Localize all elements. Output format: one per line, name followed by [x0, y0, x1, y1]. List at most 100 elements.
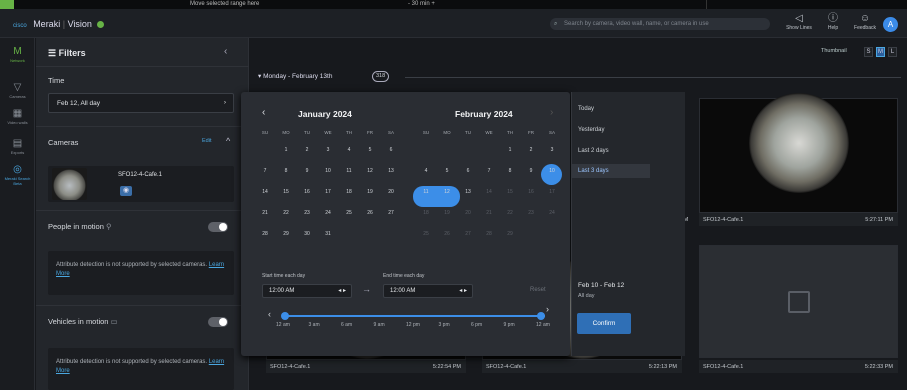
confirm-button[interactable]: Confirm — [577, 313, 631, 334]
calendar-day[interactable]: 12 — [437, 185, 457, 199]
slider-prev-icon[interactable]: ‹ — [268, 309, 271, 319]
calendar-day[interactable]: 6 — [458, 164, 478, 178]
collapse-icon[interactable]: ‹ — [224, 46, 227, 57]
calendar-day[interactable]: 1 — [276, 143, 296, 157]
calendar-day[interactable]: 11 — [416, 185, 436, 199]
calendar-day[interactable]: 15 — [500, 185, 520, 199]
calendar-day[interactable]: 9 — [521, 164, 541, 178]
calendar-day[interactable]: 10 — [542, 164, 562, 178]
calendar-day[interactable]: 13 — [381, 164, 401, 178]
calendar-day[interactable]: 12 — [360, 164, 380, 178]
calendar-day[interactable]: 17 — [318, 185, 338, 199]
calendar-day[interactable]: 31 — [318, 227, 338, 241]
day-header[interactable]: ▾ Monday - February 13th — [258, 72, 332, 80]
calendar-day[interactable]: 23 — [297, 206, 317, 220]
calendar-day[interactable]: 22 — [276, 206, 296, 220]
people-in-motion-toggle[interactable] — [208, 222, 228, 232]
calendar-day[interactable]: 24 — [318, 206, 338, 220]
calendar-day[interactable]: 19 — [360, 185, 380, 199]
stepper-icon[interactable]: ◂ ▸ — [338, 285, 346, 298]
help-button[interactable]: ⓘ Help — [818, 12, 848, 36]
calendar-day[interactable]: 23 — [521, 206, 541, 220]
calendar-day[interactable]: 24 — [542, 206, 562, 220]
calendar-day[interactable]: 15 — [276, 185, 296, 199]
edit-cameras-link[interactable]: Edit — [202, 138, 211, 144]
calendar-day[interactable]: 14 — [255, 185, 275, 199]
calendar-day[interactable]: 27 — [458, 227, 478, 241]
calendar-day[interactable]: 6 — [381, 143, 401, 157]
calendar-day[interactable]: 9 — [297, 164, 317, 178]
calendar-day[interactable]: 21 — [255, 206, 275, 220]
search-input[interactable]: ⌕ Search by camera, video wall, name, or… — [550, 18, 770, 30]
range-minutes-control[interactable]: - 30 min + — [408, 0, 435, 9]
video-thumbnail-placeholder[interactable] — [699, 245, 898, 358]
calendar-day[interactable]: 1 — [500, 143, 520, 157]
quick-today[interactable]: Today — [578, 106, 594, 112]
calendar-day[interactable]: 26 — [360, 206, 380, 220]
calendar-day[interactable]: 29 — [500, 227, 520, 241]
rail-item-meraki-search[interactable]: ◎ Meraki Search Beta — [0, 164, 35, 186]
video-thumbnail[interactable] — [699, 93, 898, 213]
calendar-day[interactable]: 18 — [416, 206, 436, 220]
calendar-day[interactable]: 17 — [542, 185, 562, 199]
calendar-day[interactable]: 11 — [339, 164, 359, 178]
slider-start-handle[interactable] — [281, 312, 289, 320]
calendar-day[interactable]: 27 — [381, 206, 401, 220]
calendar-day[interactable]: 7 — [479, 164, 499, 178]
rail-item-cameras[interactable]: ▽ Cameras — [0, 82, 35, 99]
calendar-day[interactable]: 4 — [416, 164, 436, 178]
rail-item-exports[interactable]: ▤ Exports — [0, 138, 35, 155]
calendar-day[interactable]: 30 — [297, 227, 317, 241]
rail-item-network[interactable]: M Network — [0, 46, 35, 63]
calendar-day[interactable]: 3 — [542, 143, 562, 157]
calendar-day[interactable]: 4 — [339, 143, 359, 157]
slider-end-handle[interactable] — [537, 312, 545, 320]
calendar-day[interactable]: 22 — [500, 206, 520, 220]
calendar-day[interactable]: 16 — [297, 185, 317, 199]
calendar-day[interactable]: 28 — [255, 227, 275, 241]
calendar-day[interactable]: 14 — [479, 185, 499, 199]
prev-month-icon[interactable]: ‹ — [262, 107, 265, 118]
size-large-button[interactable]: L — [888, 47, 897, 57]
calendar-day[interactable]: 8 — [276, 164, 296, 178]
calendar-day[interactable]: 20 — [458, 206, 478, 220]
calendar-day[interactable]: 18 — [339, 185, 359, 199]
feedback-button[interactable]: ☺ Feedback — [850, 12, 880, 36]
start-time-input[interactable]: 12:00 AM ◂ ▸ — [262, 284, 352, 298]
calendar-day[interactable]: 3 — [318, 143, 338, 157]
calendar-day[interactable]: 7 — [255, 164, 275, 178]
stepper-icon[interactable]: ◂ ▸ — [459, 285, 467, 298]
brand[interactable]: cisco Meraki | Vision — [13, 19, 105, 31]
size-small-button[interactable]: S — [864, 47, 873, 57]
time-range-slider[interactable] — [285, 315, 545, 317]
calendar-day[interactable]: 13 — [458, 185, 478, 199]
size-medium-button[interactable]: M — [876, 47, 885, 57]
calendar-day[interactable]: 21 — [479, 206, 499, 220]
avatar[interactable]: A — [883, 17, 898, 32]
calendar-day[interactable]: 19 — [437, 206, 457, 220]
calendar-day[interactable]: 5 — [437, 164, 457, 178]
time-select[interactable]: Feb 12, All day › — [48, 93, 234, 113]
reset-button[interactable]: Reset — [530, 287, 546, 293]
calendar-day[interactable]: 29 — [276, 227, 296, 241]
calendar-day[interactable]: 10 — [318, 164, 338, 178]
vehicles-in-motion-toggle[interactable] — [208, 317, 228, 327]
chevron-up-icon[interactable]: ^ — [226, 136, 230, 146]
calendar-day[interactable]: 8 — [500, 164, 520, 178]
calendar-day[interactable]: 2 — [297, 143, 317, 157]
calendar-day[interactable]: 28 — [479, 227, 499, 241]
rail-item-video-walls[interactable]: ▦ Video walls — [0, 108, 35, 125]
slider-next-icon[interactable]: › — [546, 304, 549, 314]
calendar-day[interactable]: 20 — [381, 185, 401, 199]
quick-last-3-days[interactable]: Last 3 days — [572, 164, 650, 178]
quick-yesterday[interactable]: Yesterday — [578, 127, 604, 133]
end-time-input[interactable]: 12:00 AM ◂ ▸ — [383, 284, 473, 298]
calendar-day[interactable]: 26 — [437, 227, 457, 241]
calendar-day[interactable]: 2 — [521, 143, 541, 157]
quick-last-2-days[interactable]: Last 2 days — [578, 148, 609, 154]
calendar-day[interactable]: 25 — [416, 227, 436, 241]
calendar-day[interactable]: 25 — [339, 206, 359, 220]
show-lines-button[interactable]: ◁ Show Lines — [784, 12, 814, 36]
calendar-day[interactable]: 16 — [521, 185, 541, 199]
eye-icon[interactable]: ◉ — [120, 186, 132, 196]
